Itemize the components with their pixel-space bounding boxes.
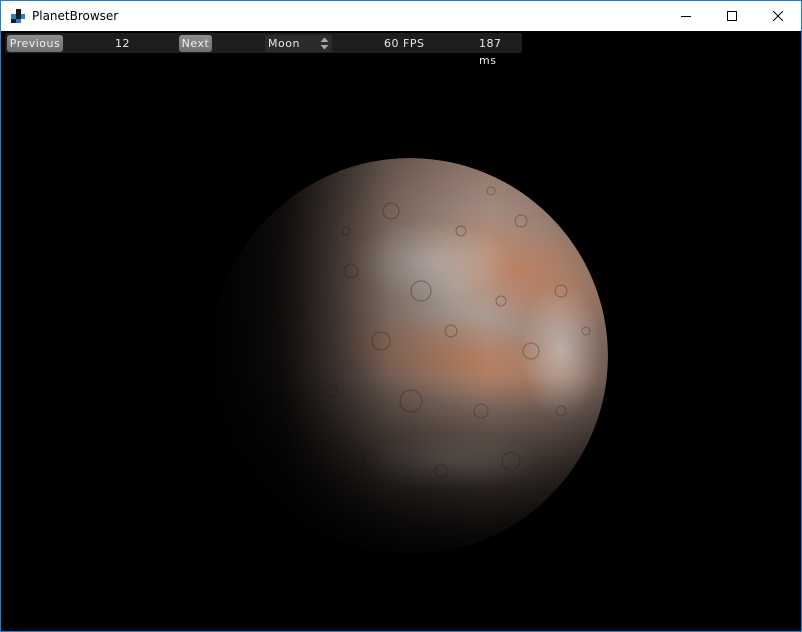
render-viewport[interactable]: Previous 12 Next Moon 60 FPS 187 ms (1, 31, 801, 631)
maximize-button[interactable] (709, 1, 755, 31)
up-down-arrows-icon (320, 37, 329, 50)
app-icon (10, 8, 26, 24)
toolbar: Previous 12 Next Moon 60 FPS 187 ms (5, 33, 522, 67)
close-icon (773, 11, 783, 21)
minimize-button[interactable] (663, 1, 709, 31)
minimize-icon (681, 16, 691, 17)
body-select-value: Moon (268, 37, 300, 50)
planet-render[interactable] (1, 31, 801, 631)
title-bar[interactable]: PlanetBrowser (1, 1, 801, 31)
window-title: PlanetBrowser (32, 9, 119, 23)
fps-readout: 60 FPS (384, 37, 425, 50)
app-window: PlanetBrowser Previous 12 Next Moon 60 F… (0, 0, 802, 632)
next-button[interactable]: Next (179, 35, 212, 52)
frame-time-readout: 187 ms (479, 37, 502, 67)
maximize-icon (727, 11, 737, 21)
previous-button[interactable]: Previous (7, 35, 63, 52)
close-button[interactable] (755, 1, 801, 31)
planet-index: 12 (115, 37, 130, 50)
body-select[interactable]: Moon (265, 35, 332, 52)
